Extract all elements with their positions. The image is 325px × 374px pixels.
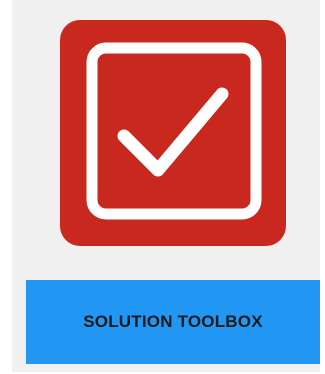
solution-toolbox-button[interactable]: SOLUTION TOOLBOX xyxy=(26,280,320,364)
checkbox-checked-icon-graphic xyxy=(86,42,262,220)
checkbox-frame xyxy=(86,42,262,220)
checkmark xyxy=(117,87,229,177)
checkbox-checked-icon[interactable] xyxy=(60,20,286,246)
solution-toolbox-card[interactable]: SOLUTION TOOLBOX xyxy=(12,0,320,372)
